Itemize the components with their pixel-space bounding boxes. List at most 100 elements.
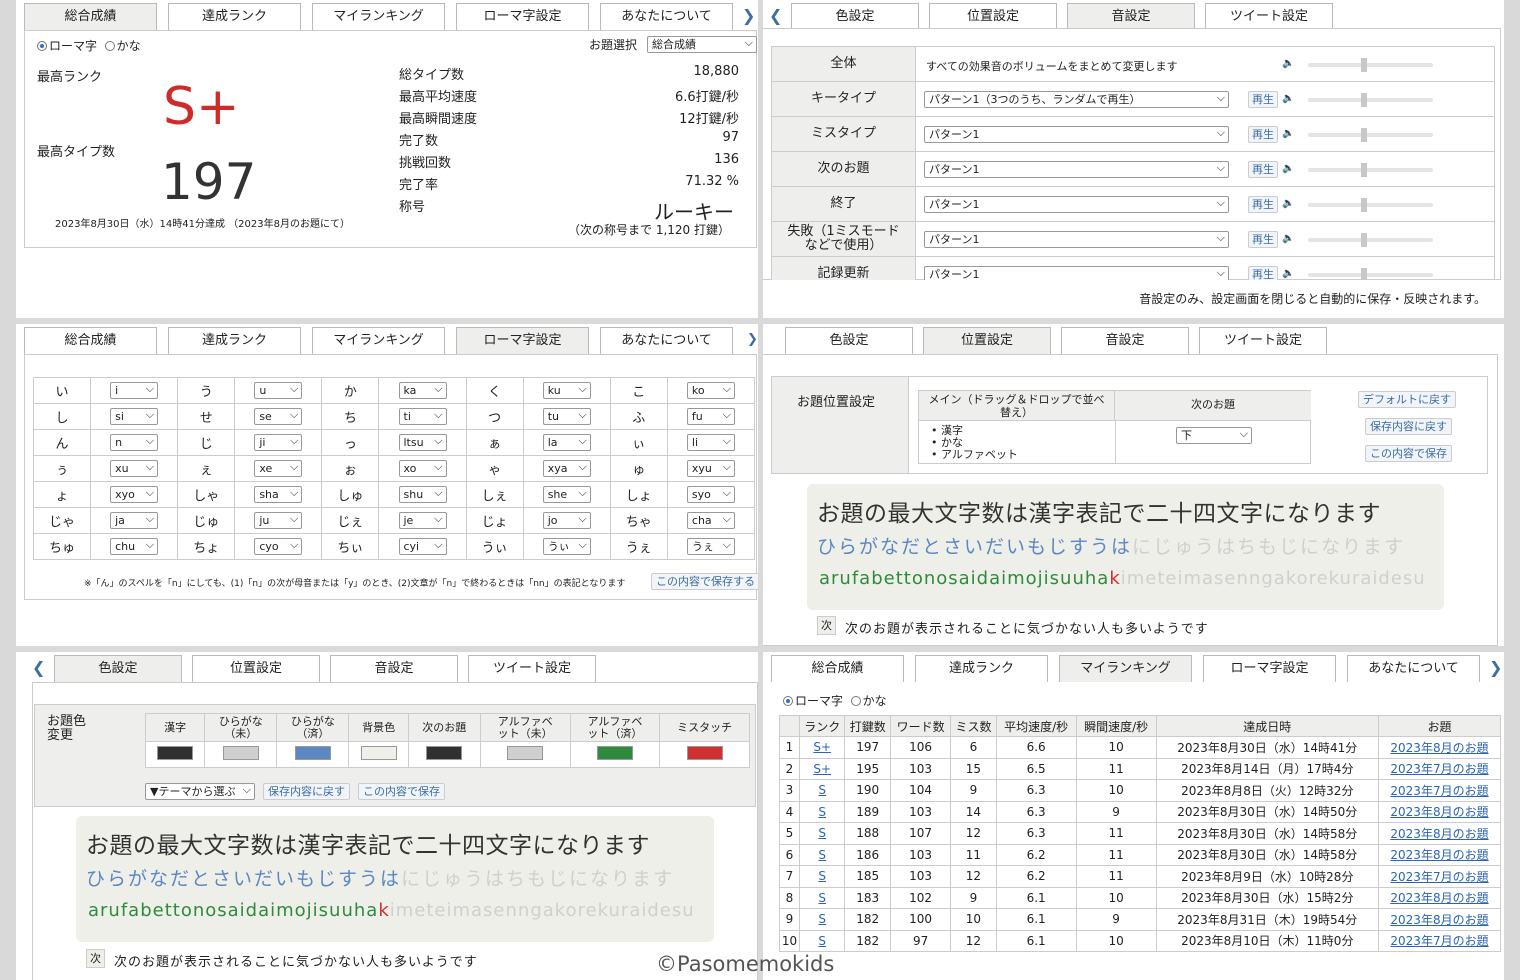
radio-romaji[interactable] xyxy=(37,41,47,51)
topic-link[interactable]: 2023年8月のお題 xyxy=(1390,913,1488,927)
topic-select[interactable]: 総合成績 xyxy=(647,36,757,53)
tab-overall[interactable]: 総合成績 xyxy=(771,655,904,682)
tab-color[interactable]: 色設定 xyxy=(791,3,919,30)
tab-sound[interactable]: 音設定 xyxy=(330,655,458,682)
tab-my-ranking[interactable]: マイランキング xyxy=(1059,655,1192,682)
speaker-icon[interactable]: 🔈 xyxy=(1282,233,1294,244)
romaji-select[interactable]: cyi xyxy=(398,538,447,555)
tab-overall[interactable]: 総合成績 xyxy=(24,327,157,354)
topic-link[interactable]: 2023年8月のお題 xyxy=(1390,805,1488,819)
tab-my-ranking[interactable]: マイランキング xyxy=(312,3,445,30)
volume-slider[interactable] xyxy=(1308,163,1433,177)
rank-link[interactable]: S xyxy=(818,848,826,862)
reset-default-button[interactable]: デフォルトに戻す xyxy=(1358,391,1456,408)
rank-link[interactable]: S xyxy=(818,869,826,883)
romaji-select[interactable]: ja xyxy=(110,512,159,529)
play-button[interactable]: 再生 xyxy=(1248,91,1278,108)
topic-link[interactable]: 2023年7月のお題 xyxy=(1390,762,1488,776)
speaker-icon[interactable]: 🔈 xyxy=(1282,163,1294,174)
romaji-select[interactable]: shu xyxy=(398,486,447,503)
romaji-select[interactable]: ltsu xyxy=(398,434,447,451)
volume-slider[interactable] xyxy=(1308,93,1433,107)
next-tab-arrow-icon[interactable]: ❯ xyxy=(742,3,755,29)
volume-slider[interactable] xyxy=(1308,198,1433,212)
next-position-select[interactable]: 下 xyxy=(1176,427,1252,444)
romaji-select[interactable]: cha xyxy=(686,512,735,529)
rank-link[interactable]: S+ xyxy=(813,740,831,754)
tab-tweet[interactable]: ツイート設定 xyxy=(1199,327,1327,354)
speaker-icon[interactable]: 🔈 xyxy=(1282,58,1294,69)
romaji-select[interactable]: jo xyxy=(542,512,591,529)
play-button[interactable]: 再生 xyxy=(1248,161,1278,178)
romaji-select[interactable]: xyo xyxy=(110,486,159,503)
tab-sound[interactable]: 音設定 xyxy=(1067,3,1195,30)
tab-color[interactable]: 色設定 xyxy=(54,655,182,682)
color-swatch[interactable] xyxy=(360,746,397,760)
sound-pattern-select[interactable]: パターン1（3つのうち、ランダムで再生） xyxy=(924,91,1229,108)
romaji-select[interactable]: sha xyxy=(254,486,303,503)
volume-slider[interactable] xyxy=(1308,268,1433,280)
color-swatch[interactable] xyxy=(686,746,723,760)
romaji-select[interactable]: n xyxy=(110,434,159,451)
romaji-select[interactable]: cyo xyxy=(254,538,303,555)
radio-kana[interactable] xyxy=(104,41,115,51)
save-color-button[interactable]: この内容で保存 xyxy=(358,783,445,800)
tab-my-ranking[interactable]: マイランキング xyxy=(312,327,445,354)
rank-link[interactable]: S xyxy=(818,934,826,948)
sound-pattern-select[interactable]: パターン1 xyxy=(924,266,1229,280)
tab-color[interactable]: 色設定 xyxy=(785,327,913,354)
romaji-select[interactable]: ji xyxy=(254,434,303,451)
tab-about-you[interactable]: あなたについて xyxy=(600,3,733,30)
romaji-select[interactable]: je xyxy=(398,512,447,529)
list-item[interactable]: • アルファベット xyxy=(931,449,1018,461)
volume-slider[interactable] xyxy=(1308,233,1433,247)
prev-tab-arrow-icon[interactable]: ❮ xyxy=(769,3,782,29)
tab-sound[interactable]: 音設定 xyxy=(1061,327,1189,354)
romaji-select[interactable]: xya xyxy=(542,460,591,477)
restore-saved-button[interactable]: 保存内容に戻す xyxy=(263,783,350,800)
color-swatch[interactable] xyxy=(294,746,331,760)
romaji-select[interactable]: xo xyxy=(398,460,447,477)
sound-pattern-select[interactable]: パターン1 xyxy=(924,161,1229,178)
romaji-select[interactable]: syo xyxy=(686,486,735,503)
main-order-list[interactable]: • 漢字 • かな • アルファベット xyxy=(931,425,1018,461)
romaji-select[interactable]: xe xyxy=(254,460,303,477)
romaji-select[interactable]: ku xyxy=(542,382,591,399)
radio-romaji[interactable] xyxy=(783,696,793,706)
romaji-select[interactable]: xu xyxy=(110,460,159,477)
sound-pattern-select[interactable]: パターン1 xyxy=(924,231,1229,248)
color-swatch[interactable] xyxy=(222,746,259,760)
topic-link[interactable]: 2023年8月のお題 xyxy=(1390,741,1488,755)
tab-overall[interactable]: 総合成績 xyxy=(24,3,157,30)
romaji-select[interactable]: u xyxy=(254,382,303,399)
save-position-button[interactable]: この内容で保存 xyxy=(1365,445,1452,462)
rank-link[interactable]: S xyxy=(818,912,826,926)
tab-about-you[interactable]: あなたについて xyxy=(1347,655,1480,682)
sound-pattern-select[interactable]: パターン1 xyxy=(924,196,1229,213)
rank-link[interactable]: S xyxy=(818,826,826,840)
play-button[interactable]: 再生 xyxy=(1248,231,1278,248)
romaji-select[interactable]: she xyxy=(542,486,591,503)
romaji-select[interactable]: la xyxy=(542,434,591,451)
tab-rank[interactable]: 達成ランク xyxy=(168,327,301,354)
tab-romaji[interactable]: ローマ字設定 xyxy=(456,3,589,30)
color-swatch[interactable] xyxy=(507,746,544,760)
theme-select[interactable]: ▼テーマから選ぶ xyxy=(145,783,255,800)
romaji-select[interactable]: ti xyxy=(398,408,447,425)
topic-link[interactable]: 2023年8月のお題 xyxy=(1390,848,1488,862)
romaji-select[interactable]: tu xyxy=(542,408,591,425)
radio-kana[interactable] xyxy=(850,696,861,706)
tab-romaji[interactable]: ローマ字設定 xyxy=(1203,655,1336,682)
tab-position[interactable]: 位置設定 xyxy=(929,3,1057,30)
romaji-select[interactable]: ju xyxy=(254,512,303,529)
play-button[interactable]: 再生 xyxy=(1248,126,1278,143)
topic-link[interactable]: 2023年8月のお題 xyxy=(1390,827,1488,841)
play-button[interactable]: 再生 xyxy=(1248,196,1278,213)
volume-slider[interactable] xyxy=(1308,128,1433,142)
romaji-select[interactable]: うぃ xyxy=(542,538,591,555)
romaji-select[interactable]: se xyxy=(254,408,303,425)
volume-slider[interactable] xyxy=(1308,58,1433,72)
sound-pattern-select[interactable]: パターン1 xyxy=(924,126,1229,143)
prev-tab-arrow-icon[interactable]: ❮ xyxy=(32,655,45,681)
topic-link[interactable]: 2023年8月のお題 xyxy=(1390,891,1488,905)
